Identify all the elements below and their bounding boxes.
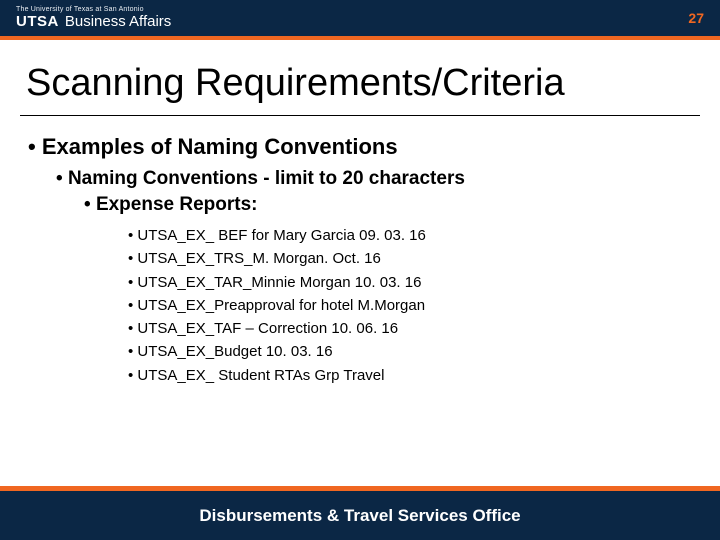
slide: The University of Texas at San Antonio U… — [0, 0, 720, 540]
list-item: UTSA_EX_Preapproval for hotel M.Morgan — [128, 294, 692, 317]
brand-secondary: Business Affairs — [65, 13, 171, 30]
page-number: 27 — [688, 10, 704, 26]
example-list: UTSA_EX_ BEF for Mary Garcia 09. 03. 16 … — [128, 224, 692, 387]
list-item: UTSA_EX_Budget 10. 03. 16 — [128, 340, 692, 363]
slide-content: Examples of Naming Conventions Naming Co… — [0, 126, 720, 387]
list-item: UTSA_EX_ BEF for Mary Garcia 09. 03. 16 — [128, 224, 692, 247]
footer-text: Disbursements & Travel Services Office — [0, 491, 720, 540]
brand-row: UTSA Business Affairs — [16, 13, 171, 30]
list-item: UTSA_EX_ Student RTAs Grp Travel — [128, 364, 692, 387]
list-item: UTSA_EX_TAR_Minnie Morgan 10. 03. 16 — [128, 271, 692, 294]
university-name: The University of Texas at San Antonio — [16, 6, 171, 13]
slide-footer: Disbursements & Travel Services Office — [0, 486, 720, 540]
slide-header: The University of Texas at San Antonio U… — [0, 0, 720, 36]
list-item: UTSA_EX_TRS_M. Morgan. Oct. 16 — [128, 247, 692, 270]
brand-lockup: The University of Texas at San Antonio U… — [16, 6, 171, 30]
brand-primary: UTSA — [16, 13, 59, 30]
title-underline — [20, 115, 700, 116]
bullet-level3: Expense Reports: — [84, 194, 692, 216]
slide-title: Scanning Requirements/Criteria — [0, 40, 720, 115]
bullet-level1: Examples of Naming Conventions — [28, 134, 692, 160]
bullet-level2: Naming Conventions - limit to 20 charact… — [56, 168, 692, 190]
list-item: UTSA_EX_TAF – Correction 10. 06. 16 — [128, 317, 692, 340]
